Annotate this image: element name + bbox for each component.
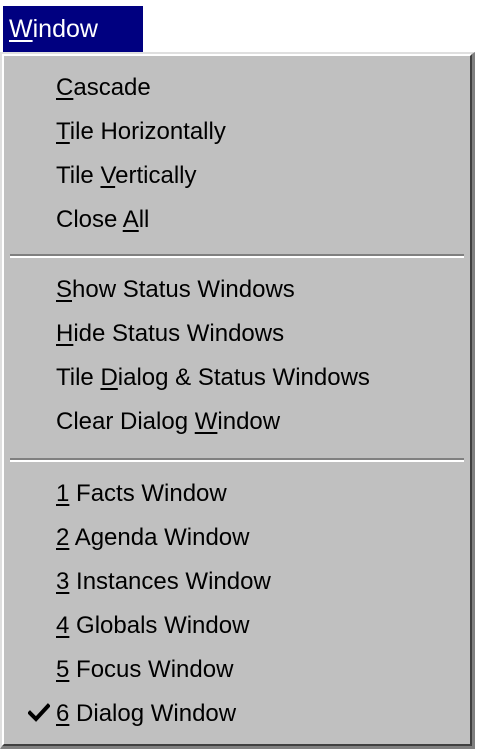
menu-separator	[10, 254, 464, 258]
menu-bevel: Cascade Tile Horizontally Tile Verticall…	[2, 54, 472, 746]
menu-item-tile-vertically[interactable]: Tile Vertically	[4, 154, 470, 198]
menu-item-cascade[interactable]: Cascade	[4, 66, 470, 110]
menu-separator	[10, 458, 464, 462]
menu-item-clear-dialog-window[interactable]: Clear Dialog Window	[4, 400, 470, 444]
menu-item-label: Close All	[56, 206, 150, 233]
menu-item-label: Hide Status Windows	[56, 320, 285, 347]
menu-item-label: 3 Instances Window	[56, 568, 271, 595]
menu-item-label: Cascade	[56, 74, 151, 101]
window-dropdown-menu: Cascade Tile Horizontally Tile Verticall…	[0, 52, 475, 749]
menu-item-tile-dialog-status-windows[interactable]: Tile Dialog & Status Windows	[4, 356, 470, 400]
menu-item-label: Clear Dialog Window	[56, 408, 281, 435]
window-menu-mnemonic: W	[9, 15, 33, 43]
menu-item-label: 5 Focus Window	[56, 656, 234, 683]
menu-item-label: Show Status Windows	[56, 276, 295, 303]
menu-item-hide-status-windows[interactable]: Hide Status Windows	[4, 312, 470, 356]
menu-item-agenda-window[interactable]: 2 Agenda Window	[4, 516, 470, 560]
checkmark-icon	[28, 703, 50, 722]
window-menu-title[interactable]: Window	[3, 6, 143, 52]
menu-item-label: Tile Dialog & Status Windows	[56, 364, 370, 391]
menu-item-label: 4 Globals Window	[56, 612, 250, 639]
menu-item-instances-window[interactable]: 3 Instances Window	[4, 560, 470, 604]
menu-item-label: 6 Dialog Window	[56, 700, 237, 727]
menu-item-focus-window[interactable]: 5 Focus Window	[4, 648, 470, 692]
menu-item-close-all[interactable]: Close All	[4, 198, 470, 242]
menu-item-tile-horizontally[interactable]: Tile Horizontally	[4, 110, 470, 154]
window-menu-title-rest: indow	[32, 15, 98, 43]
menu-item-dialog-window[interactable]: 6 Dialog Window	[4, 692, 470, 736]
menu-item-show-status-windows[interactable]: Show Status Windows	[4, 268, 470, 312]
menu-item-label: Tile Horizontally	[56, 118, 226, 145]
menu-item-label: Tile Vertically	[56, 162, 197, 189]
menu-item-facts-window[interactable]: 1 Facts Window	[4, 472, 470, 516]
menu-item-label: 2 Agenda Window	[56, 524, 250, 551]
menu-item-label: 1 Facts Window	[56, 480, 227, 507]
menu-item-globals-window[interactable]: 4 Globals Window	[4, 604, 470, 648]
